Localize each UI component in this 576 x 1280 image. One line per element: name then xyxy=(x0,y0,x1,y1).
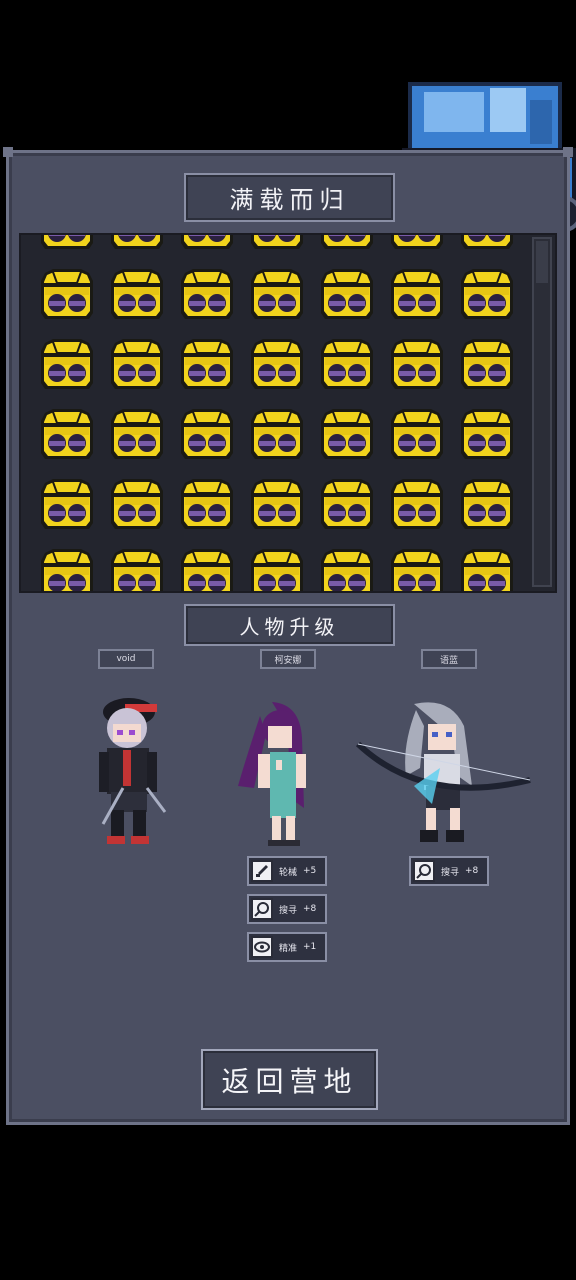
return-to-camp-button[interactable]: 返回营地 xyxy=(201,1049,378,1110)
skill-precision-value: +1 xyxy=(303,942,317,952)
crate-icon[interactable] xyxy=(389,477,445,531)
crate-icon[interactable] xyxy=(179,267,235,321)
crate-icon[interactable] xyxy=(249,267,305,321)
character-name-keanna: 柯安娜 xyxy=(260,649,316,669)
crate-icon[interactable] xyxy=(249,235,305,251)
crate-icon[interactable] xyxy=(109,407,165,461)
crate-icon[interactable] xyxy=(179,477,235,531)
crate-icon[interactable] xyxy=(459,337,515,391)
skill-search-value: +8 xyxy=(303,904,317,914)
crate-icon[interactable] xyxy=(459,477,515,531)
page-title: 满载而归 xyxy=(184,173,395,222)
search-icon xyxy=(251,898,273,920)
crate-icon[interactable] xyxy=(459,267,515,321)
skill-search-yulan-value: +8 xyxy=(465,866,479,876)
crate-icon[interactable] xyxy=(179,547,235,591)
skill-mechanics-value: +5 xyxy=(303,866,317,876)
crate-icon[interactable] xyxy=(39,337,95,391)
crate-icon[interactable] xyxy=(109,337,165,391)
skill-search: 搜寻 +8 xyxy=(247,894,327,924)
crate-icon[interactable] xyxy=(319,547,375,591)
skill-search-yulan: 搜寻 +8 xyxy=(409,856,489,886)
crate-icon[interactable] xyxy=(39,407,95,461)
mechanics-icon xyxy=(251,860,273,882)
crate-icon[interactable] xyxy=(319,267,375,321)
loot-grid-area[interactable] xyxy=(19,233,557,593)
skill-mechanics-label: 轮械 xyxy=(279,867,298,878)
crate-icon[interactable] xyxy=(179,337,235,391)
crate-icon[interactable] xyxy=(389,337,445,391)
crate-icon[interactable] xyxy=(249,477,305,531)
crate-icon[interactable] xyxy=(459,407,515,461)
skill-precision: 精准 +1 xyxy=(247,932,327,962)
loot-scrollbar[interactable] xyxy=(532,237,552,587)
character-keanna-sprite[interactable] xyxy=(232,698,322,852)
search-icon xyxy=(413,860,435,882)
skill-search-label: 搜寻 xyxy=(279,905,298,916)
crate-icon[interactable] xyxy=(249,337,305,391)
crate-icon[interactable] xyxy=(389,407,445,461)
crate-icon[interactable] xyxy=(249,407,305,461)
character-name-yulan: 语蓝 xyxy=(421,649,477,669)
character-yulan-sprite[interactable] xyxy=(354,696,532,848)
crate-icon[interactable] xyxy=(39,547,95,591)
upgrade-title: 人物升级 xyxy=(184,604,395,646)
crate-icon[interactable] xyxy=(319,337,375,391)
crate-icon[interactable] xyxy=(249,547,305,591)
crate-icon[interactable] xyxy=(389,235,445,251)
crate-icon[interactable] xyxy=(109,477,165,531)
scrollbar-thumb[interactable] xyxy=(536,241,548,283)
crate-icon[interactable] xyxy=(389,547,445,591)
crate-icon[interactable] xyxy=(39,235,95,251)
crate-icon[interactable] xyxy=(39,477,95,531)
skill-precision-label: 精准 xyxy=(279,943,298,954)
crate-icon[interactable] xyxy=(319,407,375,461)
crate-icon[interactable] xyxy=(389,267,445,321)
crate-icon[interactable] xyxy=(109,547,165,591)
crate-icon[interactable] xyxy=(109,267,165,321)
skill-mechanics: 轮械 +5 xyxy=(247,856,327,886)
character-void-sprite[interactable] xyxy=(95,692,169,851)
crate-icon[interactable] xyxy=(459,235,515,251)
skill-search-yulan-label: 搜寻 xyxy=(441,867,460,878)
crate-icon[interactable] xyxy=(319,235,375,251)
crate-icon[interactable] xyxy=(459,547,515,591)
crate-icon[interactable] xyxy=(179,235,235,251)
crate-icon[interactable] xyxy=(319,477,375,531)
crate-icon[interactable] xyxy=(179,407,235,461)
character-name-void: void xyxy=(98,649,154,669)
crate-icon[interactable] xyxy=(109,235,165,251)
eye-icon xyxy=(251,936,273,958)
crate-icon[interactable] xyxy=(39,267,95,321)
